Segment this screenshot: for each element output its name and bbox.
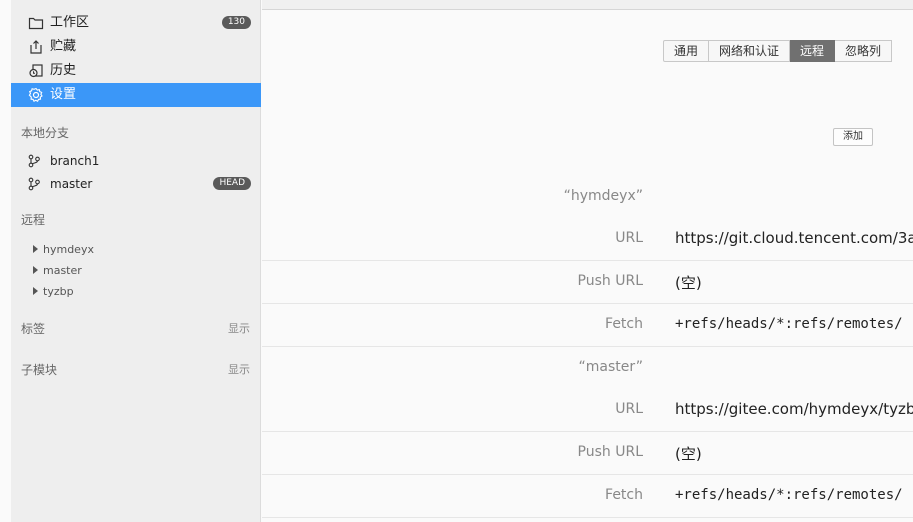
remote-url-row: URL https://git.cloud.tencent.com/3a0_ xyxy=(262,218,913,261)
tags-header: 标签 xyxy=(21,322,46,336)
sidebar-item-settings[interactable]: 设置 xyxy=(11,83,261,107)
fetch-value[interactable]: +refs/heads/*:refs/remotes/ xyxy=(675,316,903,332)
fetch-label: Fetch xyxy=(605,487,643,503)
sidebar-item-label: 贮藏 xyxy=(50,39,77,54)
branch-label: master xyxy=(50,177,93,191)
tab-general[interactable]: 通用 xyxy=(663,40,710,62)
remote-push-url-row: Push URL (空) xyxy=(262,432,913,475)
sidebar-item-label: 工作区 xyxy=(50,15,90,30)
head-badge: HEAD xyxy=(213,177,251,190)
tags-show-toggle[interactable]: 显示 xyxy=(228,320,250,336)
remote-label: tyzbp xyxy=(43,285,74,298)
branch-icon xyxy=(27,177,41,191)
sidebar-item-workspace[interactable]: 工作区 130 xyxy=(11,11,261,35)
stash-icon xyxy=(28,39,44,55)
tab-ignore-list[interactable]: 忽略列 xyxy=(835,40,893,62)
remote-fetch-row: Fetch +refs/heads/*:refs/remotes/ xyxy=(262,304,913,347)
tab-remotes[interactable]: 远程 xyxy=(790,40,836,62)
folder-icon xyxy=(28,15,44,31)
remote-title: “hymdeyx” xyxy=(563,188,643,204)
settings-panel: 通用 网络和认证 远程 忽略列 添加 “hymdeyx” URL https:/… xyxy=(262,0,913,522)
gear-icon xyxy=(28,87,44,103)
remote-item[interactable]: tyzbp xyxy=(11,282,261,302)
url-value[interactable]: https://gitee.com/hymdeyx/tyzb.g xyxy=(675,400,913,418)
sidebar-item-label: 历史 xyxy=(50,63,77,78)
submodules-show-toggle[interactable]: 显示 xyxy=(228,361,250,377)
history-icon xyxy=(28,63,44,79)
push-url-value[interactable]: (空) xyxy=(675,443,702,464)
branch-icon xyxy=(27,154,41,168)
sidebar-item-stash[interactable]: 贮藏 xyxy=(11,35,261,59)
url-label: URL xyxy=(615,230,643,246)
local-branches-header: 本地分支 xyxy=(21,126,70,140)
url-value[interactable]: https://git.cloud.tencent.com/3a0_ xyxy=(675,229,913,247)
push-url-value[interactable]: (空) xyxy=(675,272,702,293)
remote-label: hymdeyx xyxy=(43,243,94,256)
sidebar-item-label: 设置 xyxy=(50,87,77,102)
remote-title: “master” xyxy=(578,359,643,375)
branch-item[interactable]: master HEAD xyxy=(11,173,261,195)
remote-push-url-row: Push URL (空) xyxy=(262,261,913,304)
url-label: URL xyxy=(615,401,643,417)
push-url-label: Push URL xyxy=(577,444,643,460)
remote-url-row: URL https://gitee.com/hymdeyx/tyzb.g xyxy=(262,389,913,432)
submodules-header: 子模块 xyxy=(21,363,58,377)
fetch-value[interactable]: +refs/heads/*:refs/remotes/ xyxy=(675,487,903,503)
add-remote-button[interactable]: 添加 xyxy=(833,128,873,146)
remotes-header: 远程 xyxy=(21,213,46,227)
expand-triangle-icon xyxy=(33,266,38,274)
count-badge: 130 xyxy=(221,16,251,29)
branch-label: branch1 xyxy=(50,154,100,168)
fetch-label: Fetch xyxy=(605,316,643,332)
tab-network-auth[interactable]: 网络和认证 xyxy=(709,40,791,62)
sidebar: 工作区 130 贮藏 历史 设置 本地分支 branch1 master HEA… xyxy=(11,0,261,522)
sidebar-item-history[interactable]: 历史 xyxy=(11,59,261,83)
push-url-label: Push URL xyxy=(577,273,643,289)
branch-item[interactable]: branch1 xyxy=(11,150,261,172)
remote-item[interactable]: master xyxy=(11,261,261,281)
remote-label: master xyxy=(43,264,82,277)
top-divider xyxy=(262,0,913,10)
remote-fetch-row: Fetch +refs/heads/*:refs/remotes/ xyxy=(262,475,913,518)
expand-triangle-icon xyxy=(33,245,38,253)
expand-triangle-icon xyxy=(33,287,38,295)
remote-item[interactable]: hymdeyx xyxy=(11,240,261,260)
settings-tabs: 通用 网络和认证 远程 忽略列 xyxy=(663,40,893,62)
window-edge xyxy=(0,0,11,522)
